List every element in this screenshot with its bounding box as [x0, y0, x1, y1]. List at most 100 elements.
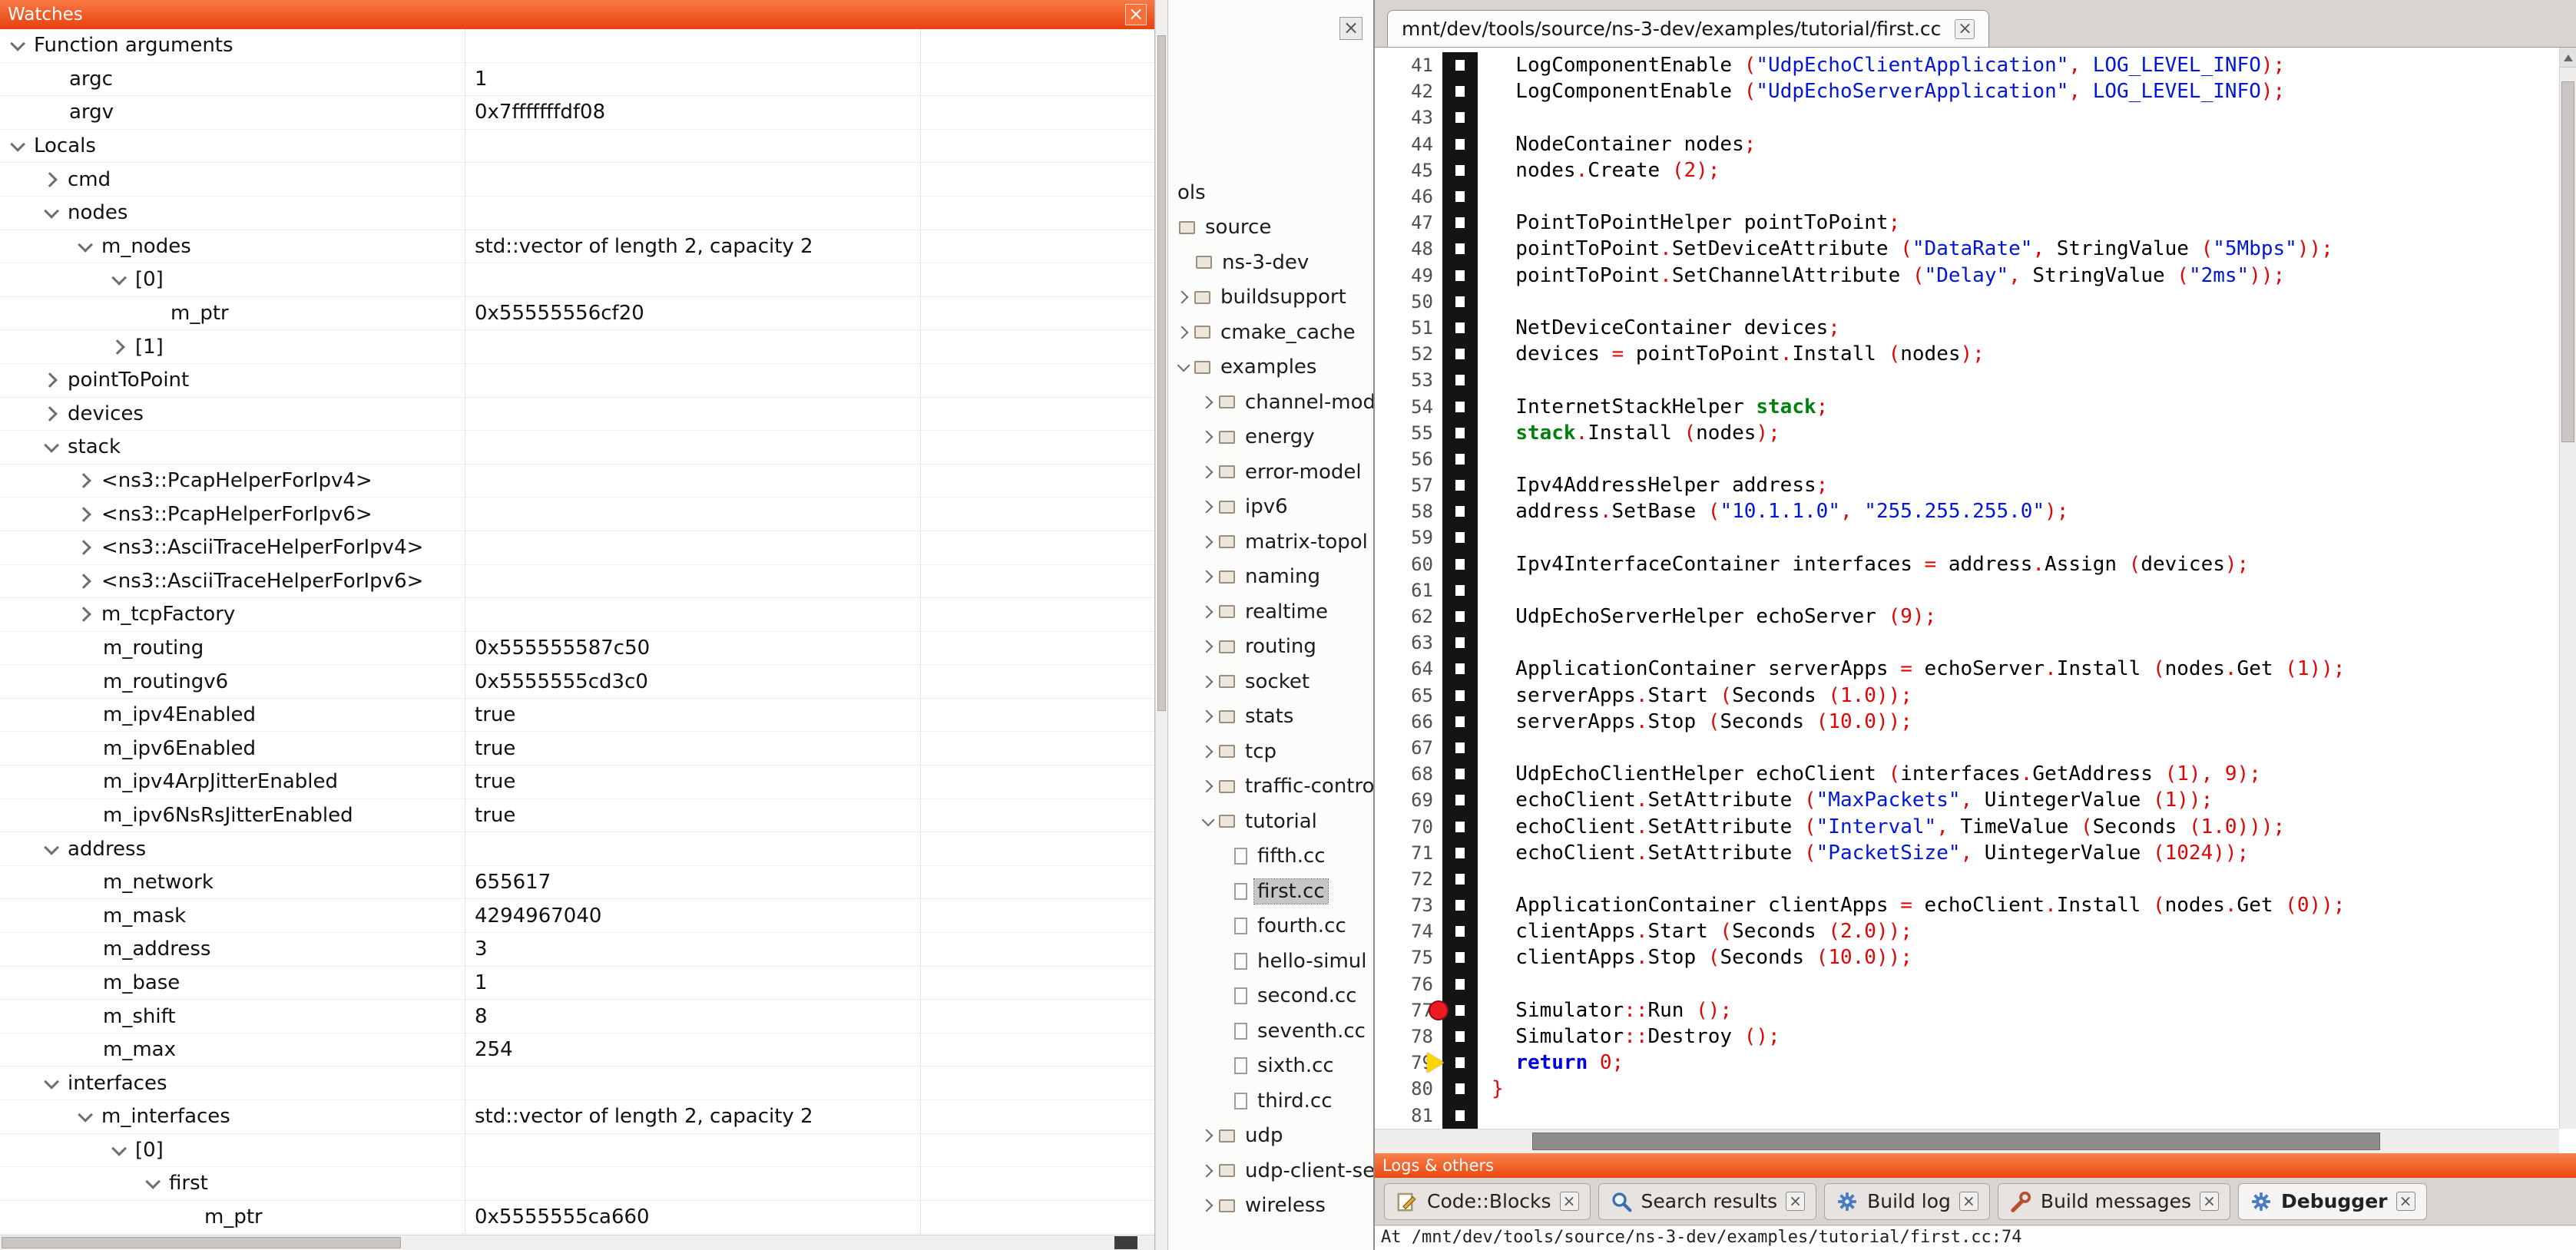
chevron-right-icon[interactable] — [1200, 570, 1214, 584]
line-number[interactable]: 70 — [1375, 816, 1442, 838]
chevron-down-icon[interactable] — [44, 438, 59, 453]
watch-row-m-ipv6enabled[interactable]: m_ipv6Enabledtrue — [0, 732, 1154, 766]
line-number[interactable]: 63 — [1375, 632, 1442, 653]
chevron-down-icon[interactable] — [10, 36, 25, 51]
watch-row-nodes[interactable]: nodes — [0, 197, 1154, 230]
tree-item-fourth-cc[interactable]: fourth.cc — [1168, 909, 1373, 944]
chevron-down-icon[interactable] — [44, 840, 59, 855]
line-number[interactable]: 49 — [1375, 265, 1442, 286]
line-number[interactable]: 53 — [1375, 369, 1442, 391]
chevron-right-icon[interactable] — [1200, 465, 1214, 478]
breakpoint-margin[interactable] — [1442, 393, 1478, 419]
breakpoint-margin[interactable] — [1442, 577, 1478, 604]
line-number[interactable]: 55 — [1375, 422, 1442, 444]
logs-tab-debugger[interactable]: Debugger× — [2238, 1183, 2426, 1220]
line-number[interactable]: 51 — [1375, 317, 1442, 339]
close-icon[interactable]: × — [1786, 1192, 1805, 1211]
watch-row-m-ptr[interactable]: m_ptr0x5555555ca660 — [0, 1201, 1154, 1235]
breakpoint-margin[interactable] — [1442, 210, 1478, 236]
breakpoint-margin[interactable] — [1442, 263, 1478, 289]
logs-titlebar[interactable]: Logs & others — [1375, 1153, 2576, 1178]
editor-vertical-scrollbar[interactable] — [2559, 48, 2576, 1129]
tree-item-matrix-topol[interactable]: matrix-topol — [1168, 524, 1373, 560]
tree-item-udp[interactable]: udp — [1168, 1119, 1373, 1154]
tree-item-fifth-cc[interactable]: fifth.cc — [1168, 839, 1373, 875]
watch-row-1[interactable]: [1] — [0, 330, 1154, 364]
watch-row-devices[interactable]: devices — [0, 398, 1154, 432]
line-number[interactable]: 75 — [1375, 947, 1442, 968]
breakpoint-margin[interactable] — [1442, 630, 1478, 656]
breakpoint-margin[interactable] — [1442, 761, 1478, 787]
breakpoint-margin[interactable] — [1442, 289, 1478, 315]
line-number[interactable]: 74 — [1375, 921, 1442, 942]
chevron-right-icon[interactable] — [76, 607, 91, 622]
breakpoint-margin[interactable] — [1442, 944, 1478, 971]
line-number[interactable]: 54 — [1375, 396, 1442, 418]
tree-item-socket[interactable]: socket — [1168, 664, 1373, 699]
line-number[interactable]: 76 — [1375, 974, 1442, 995]
chevron-right-icon[interactable] — [1200, 675, 1214, 688]
chevron-right-icon[interactable] — [76, 507, 91, 522]
line-number[interactable]: 44 — [1375, 134, 1442, 155]
watch-row-m-mask[interactable]: m_mask4294967040 — [0, 899, 1154, 933]
tree-item-routing[interactable]: routing — [1168, 630, 1373, 665]
line-number[interactable]: 67 — [1375, 737, 1442, 759]
scrollbar-thumb[interactable] — [2, 1237, 401, 1248]
watch-row-m-nodes[interactable]: m_nodesstd::vector of length 2, capacity… — [0, 230, 1154, 264]
chevron-down-icon[interactable] — [78, 1107, 93, 1123]
breakpoint-margin[interactable] — [1442, 918, 1478, 944]
breakpoint-margin[interactable] — [1442, 131, 1478, 157]
breakpoint-margin[interactable] — [1442, 1023, 1478, 1050]
close-icon[interactable]: × — [1959, 1192, 1978, 1211]
line-number[interactable]: 72 — [1375, 868, 1442, 890]
watch-row-m-tcpfactory[interactable]: m_tcpFactory — [0, 598, 1154, 632]
breakpoint-margin[interactable] — [1442, 341, 1478, 367]
chevron-right-icon[interactable] — [1200, 1129, 1214, 1143]
watch-row-m-ipv4enabled[interactable]: m_ipv4Enabledtrue — [0, 699, 1154, 732]
chevron-down-icon[interactable] — [145, 1174, 161, 1189]
close-icon[interactable]: × — [1125, 4, 1147, 25]
tree-item-realtime[interactable]: realtime — [1168, 594, 1373, 630]
breakpoint-margin[interactable] — [1442, 367, 1478, 393]
chevron-right-icon[interactable] — [1200, 745, 1214, 758]
tree-item-traffic-contro[interactable]: traffic-contro — [1168, 769, 1373, 805]
breakpoint-margin[interactable] — [1442, 104, 1478, 131]
tree-item-buildsupport[interactable]: buildsupport — [1168, 280, 1373, 316]
logs-tab-build-messages[interactable]: Build messages× — [1998, 1183, 2230, 1220]
chevron-down-icon[interactable] — [44, 1074, 59, 1090]
tree-item-seventh-cc[interactable]: seventh.cc — [1168, 1014, 1373, 1049]
line-number[interactable]: 56 — [1375, 448, 1442, 470]
line-number[interactable]: 58 — [1375, 501, 1442, 522]
watch-row-ns3-pcaphelperforipv6[interactable]: <ns3::PcapHelperForIpv6> — [0, 498, 1154, 531]
tree-item-energy[interactable]: energy — [1168, 420, 1373, 455]
editor-horizontal-scrollbar[interactable] — [1375, 1129, 2559, 1153]
line-number[interactable]: 42 — [1375, 81, 1442, 102]
chevron-right-icon[interactable] — [1200, 395, 1214, 408]
line-number[interactable]: 64 — [1375, 658, 1442, 680]
watch-row-locals[interactable]: Locals — [0, 130, 1154, 164]
watch-row-m-base[interactable]: m_base1 — [0, 967, 1154, 1000]
tree-item-channel-mod[interactable]: channel-mod — [1168, 385, 1373, 420]
watches-titlebar[interactable]: Watches × — [0, 0, 1154, 29]
chevron-down-icon[interactable] — [44, 203, 59, 219]
line-number[interactable]: 61 — [1375, 580, 1442, 601]
tree-item-stats[interactable]: stats — [1168, 699, 1373, 735]
line-number[interactable]: 45 — [1375, 160, 1442, 181]
breakpoint-margin[interactable] — [1442, 315, 1478, 341]
close-icon[interactable]: × — [2396, 1192, 2415, 1211]
breakpoint-margin[interactable] — [1442, 840, 1478, 866]
line-number[interactable]: 69 — [1375, 789, 1442, 811]
watch-row-ns3-pcaphelperforipv4[interactable]: <ns3::PcapHelperForIpv4> — [0, 465, 1154, 498]
tree-item-tutorial[interactable]: tutorial — [1168, 804, 1373, 839]
chevron-right-icon[interactable] — [1200, 780, 1214, 793]
chevron-down-icon[interactable] — [10, 137, 25, 152]
watch-row-m-address[interactable]: m_address3 — [0, 933, 1154, 967]
line-number[interactable]: 57 — [1375, 475, 1442, 496]
watch-row-m-routingv6[interactable]: m_routingv60x5555555cd3c0 — [0, 665, 1154, 699]
line-number[interactable]: 41 — [1375, 55, 1442, 76]
breakpoint-margin[interactable] — [1442, 709, 1478, 735]
breakpoint-margin[interactable] — [1442, 892, 1478, 918]
line-number[interactable]: 71 — [1375, 842, 1442, 864]
breakpoint-margin[interactable] — [1442, 551, 1478, 577]
watches-horizontal-scrollbar[interactable] — [0, 1235, 1154, 1250]
